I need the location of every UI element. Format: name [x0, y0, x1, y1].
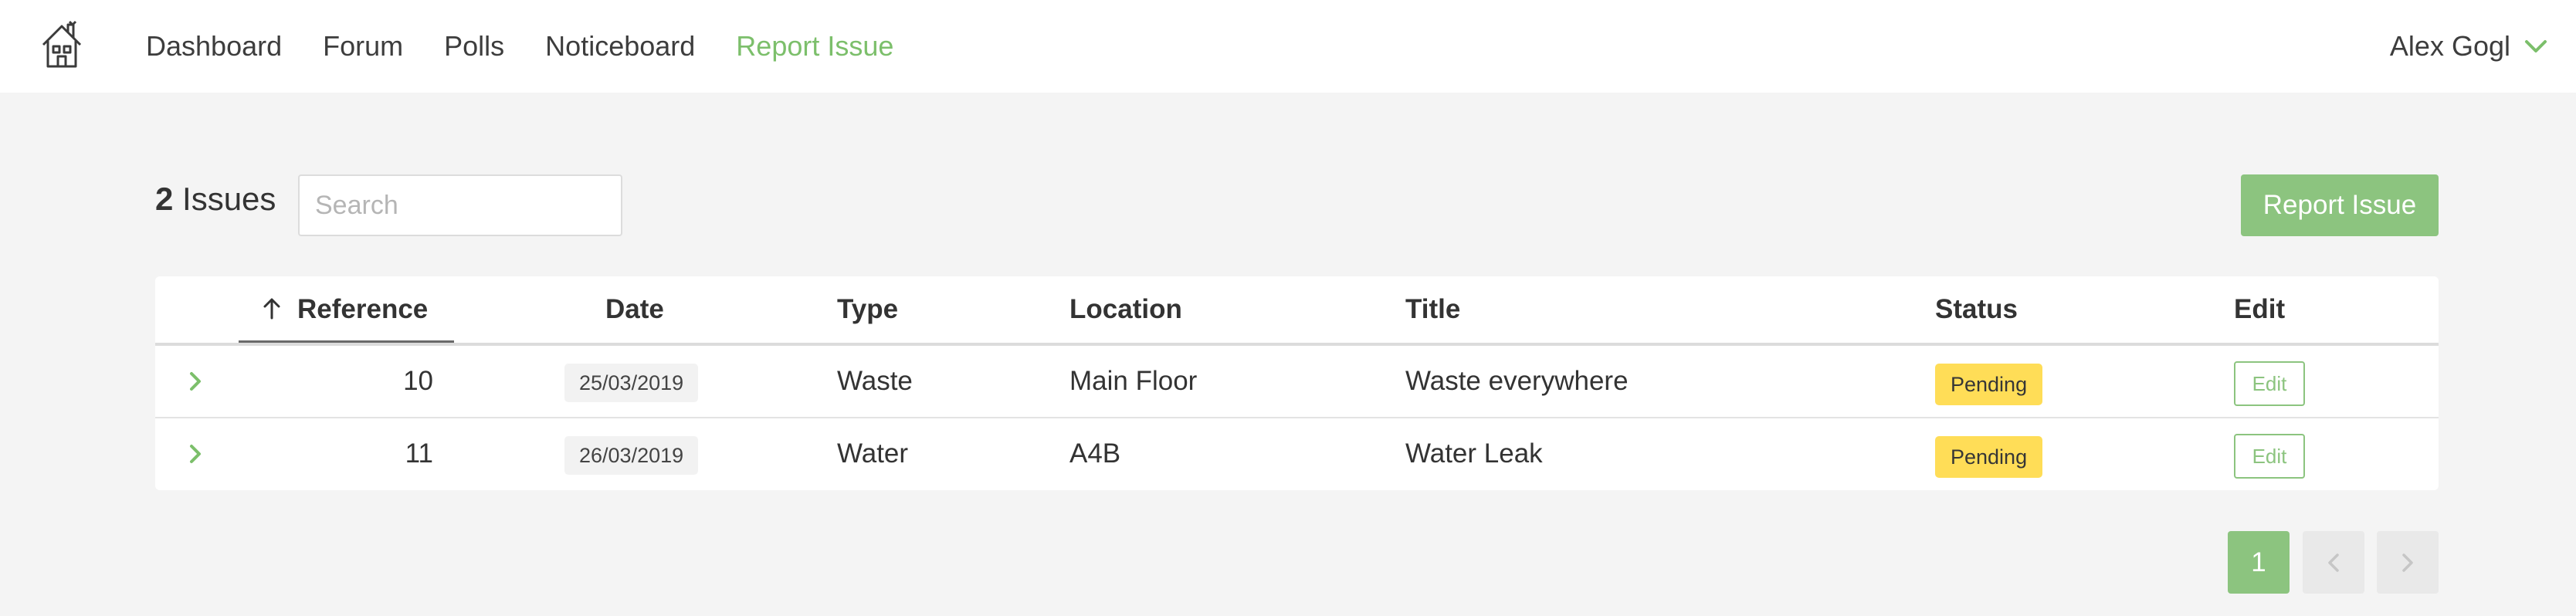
report-issue-button[interactable]: Report Issue — [2241, 174, 2439, 236]
chevron-left-icon — [2328, 553, 2339, 572]
next-page-button[interactable] — [2377, 531, 2439, 594]
issues-count: 2 Issues — [155, 181, 276, 218]
previous-page-button[interactable] — [2303, 531, 2364, 594]
column-header-reference-label: Reference — [297, 294, 429, 324]
edit-button[interactable]: Edit — [2234, 434, 2305, 479]
nav-report-issue[interactable]: Report Issue — [736, 30, 893, 63]
cell-title: Water Leak — [1405, 438, 1543, 469]
nav-forum[interactable]: Forum — [323, 30, 403, 63]
date-tag: 26/03/2019 — [564, 436, 699, 475]
cell-type: Waste — [837, 366, 913, 396]
table-row: 11 26/03/2019 Water A4B Water Leak Pendi… — [155, 418, 2439, 489]
cell-type: Water — [837, 438, 909, 469]
cell-reference: 11 — [405, 438, 433, 469]
issues-table: Reference Date Type Location Title Statu… — [155, 276, 2439, 490]
page-button-current[interactable]: 1 — [2228, 531, 2290, 594]
column-header-status[interactable]: Status — [1935, 276, 2018, 343]
arrow-up-icon — [263, 298, 280, 320]
user-menu[interactable]: Alex Gogl — [2390, 0, 2547, 93]
table-row: 10 25/03/2019 Waste Main Floor Waste eve… — [155, 346, 2439, 418]
user-name: Alex Gogl — [2389, 30, 2510, 62]
cell-title: Waste everywhere — [1405, 366, 1629, 396]
top-navbar: Dashboard Forum Polls Noticeboard Report… — [0, 0, 2576, 93]
column-header-reference[interactable]: Reference — [262, 276, 428, 343]
main-nav: Dashboard Forum Polls Noticeboard Report… — [146, 0, 934, 93]
nav-dashboard[interactable]: Dashboard — [146, 30, 282, 63]
date-tag: 25/03/2019 — [564, 364, 699, 402]
edit-button[interactable]: Edit — [2234, 361, 2305, 406]
cell-location: Main Floor — [1069, 366, 1198, 396]
issues-count-label: Issues — [182, 181, 276, 217]
search-input[interactable] — [298, 174, 622, 236]
column-header-date[interactable]: Date — [605, 276, 664, 343]
nav-polls[interactable]: Polls — [444, 30, 504, 63]
chevron-down-icon — [2525, 40, 2547, 52]
column-header-edit: Edit — [2234, 294, 2286, 324]
issues-count-number: 2 — [155, 181, 174, 217]
chevron-right-icon — [2402, 553, 2413, 572]
house-logo-icon[interactable] — [39, 20, 85, 71]
cell-reference: 10 — [403, 366, 433, 396]
column-header-location[interactable]: Location — [1069, 276, 1182, 343]
column-header-title[interactable]: Title — [1405, 276, 1460, 343]
nav-noticeboard[interactable]: Noticeboard — [545, 30, 695, 63]
status-badge: Pending — [1935, 436, 2043, 478]
cell-location: A4B — [1069, 438, 1121, 469]
column-header-type[interactable]: Type — [837, 276, 898, 343]
status-badge: Pending — [1935, 364, 2043, 405]
